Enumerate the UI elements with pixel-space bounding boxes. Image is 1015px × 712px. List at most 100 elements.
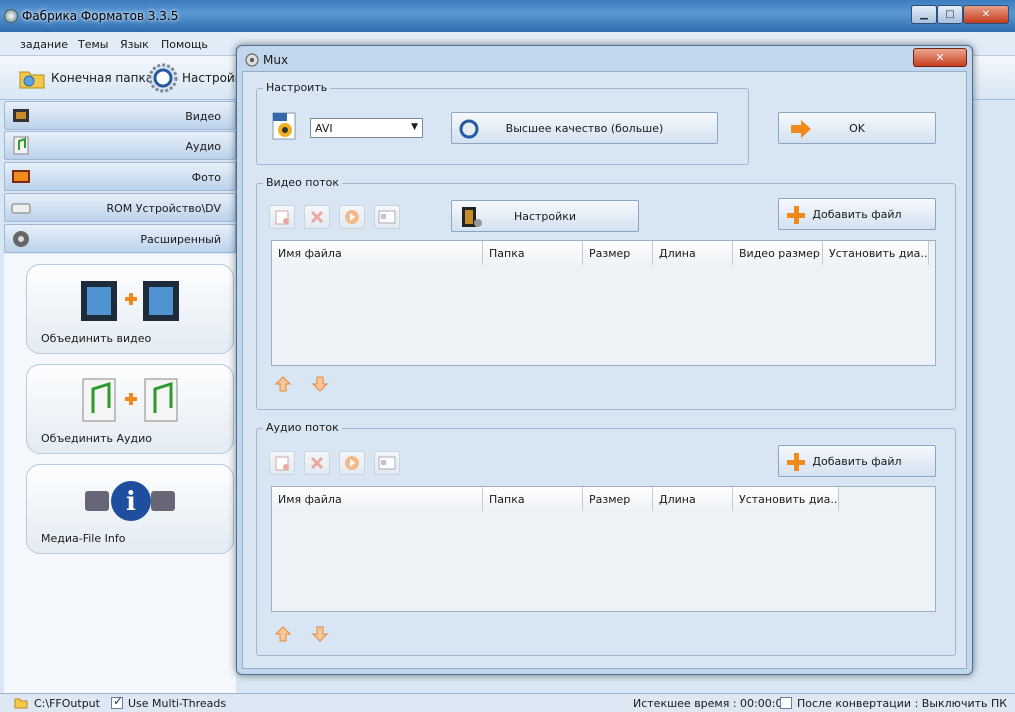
audio-file-list[interactable]: Имя файла Папка Размер Длина Установить … [271,486,936,612]
video-col-video-size[interactable]: Видео размер [733,241,823,265]
output-folder-button[interactable]: Конечная папка [51,71,153,85]
add-item-icon [275,210,289,225]
video-remove-button[interactable] [304,205,330,229]
photo-icon [12,170,30,183]
audio-col-length[interactable]: Длина [653,487,733,511]
video-add-file-label: Добавить файл [812,208,902,221]
format-select-value: AVI [315,122,333,135]
folder-icon [14,698,28,709]
video-file-list[interactable]: Имя файла Папка Размер Длина Видео разме… [271,240,936,366]
remove-icon [310,210,324,224]
audio-move-up-icon[interactable] [275,626,291,642]
settings-button[interactable]: Настройк [182,71,242,85]
join-video-button[interactable]: Объединить видео [26,264,234,354]
multithreads-label: Use Multi-Threads [128,697,227,710]
join-audio-label: Объединить Аудио [41,432,152,445]
quality-button-label: Высшее качество (больше) [505,122,664,135]
advanced-icon [13,231,29,247]
join-video-label: Объединить видео [41,332,152,345]
category-video[interactable]: Видео [4,101,236,130]
audio-add-file-label: Добавить файл [812,455,902,468]
video-play-button[interactable] [339,205,365,229]
video-col-set-range[interactable]: Установить диа... [823,241,929,265]
category-audio[interactable]: Аудио [4,131,236,160]
join-video-icon [81,281,179,321]
category-audio-label: Аудио [185,140,221,153]
audio-play-button[interactable] [339,451,365,475]
audio-col-folder[interactable]: Папка [483,487,583,511]
audio-move-down-icon[interactable] [312,626,328,642]
status-bar: C:\FFOutput ✓ Use Multi-Threads Истекшее… [0,693,1015,712]
mux-dialog: Mux ✕ Настроить AVI ▼ Высшее качество (б… [236,45,973,675]
app-title: Фабрика Форматов 3.3.5 [22,9,179,23]
video-col-size[interactable]: Размер [583,241,653,265]
app-icon [4,9,18,23]
after-conversion-label: После конвертации : Выключить ПК [797,697,1008,710]
menu-help[interactable]: Помощь [161,38,208,51]
chevron-down-icon: ▼ [411,122,418,132]
settings-group-title: Настроить [263,81,331,94]
quality-button[interactable]: Высшее качество (больше) [451,112,718,144]
video-stream-title: Видео поток [263,176,342,189]
video-move-up-icon[interactable] [275,376,291,392]
output-path: C:\FFOutput [34,697,100,710]
menu-task[interactable]: задание [20,38,68,51]
after-conversion-checkbox[interactable] [780,697,792,709]
play-icon [345,456,359,470]
media-info-button[interactable]: i Медиа-File Info [26,464,234,554]
media-info-label: Медиа-File Info [41,532,126,545]
minimize-button[interactable]: ▁ [911,5,937,24]
audio-icon [13,136,29,155]
dialog-client: Настроить AVI ▼ Высшее качество (больше)… [242,71,967,669]
audio-add-file-button[interactable]: Добавить файл [778,445,936,477]
join-audio-icon [82,378,178,422]
category-video-label: Видео [185,110,221,123]
svg-text:i: i [126,487,136,517]
output-folder-icon[interactable] [18,66,46,90]
check-mark-icon: ✓ [113,694,124,708]
menu-themes[interactable]: Темы [78,38,108,51]
category-advanced[interactable]: Расширенный [4,224,236,253]
mux-icon [245,53,259,67]
rom-icon [11,203,31,214]
audio-col-filename[interactable]: Имя файла [272,487,483,511]
video-settings-label: Настройки [513,210,577,223]
info-card-icon [378,210,396,224]
audio-info-button[interactable] [374,451,400,475]
video-col-length[interactable]: Длина [653,241,733,265]
audio-col-set-range[interactable]: Установить диа... [733,487,839,511]
avi-format-icon [272,112,296,140]
audio-add-icon-button[interactable] [269,451,295,475]
video-col-folder[interactable]: Папка [483,241,583,265]
play-icon [345,210,359,224]
ok-button-label: OK [849,122,865,135]
category-rom[interactable]: ROM Устройство\DV [4,193,236,222]
settings-gear-icon[interactable] [148,63,178,93]
remove-icon [310,456,324,470]
video-icon [13,109,29,122]
add-item-icon [275,456,289,471]
category-advanced-label: Расширенный [140,233,221,246]
video-settings-button[interactable]: Настройки [451,200,639,232]
video-info-button[interactable] [374,205,400,229]
media-info-icon: i [85,481,175,521]
format-select[interactable]: AVI ▼ [310,118,423,138]
main-title-bar[interactable]: Фабрика Форматов 3.3.5 ▁ □ ✕ [0,0,1015,32]
close-button[interactable]: ✕ [963,5,1009,24]
video-add-icon-button[interactable] [269,205,295,229]
dialog-title: Mux [263,53,289,67]
video-col-filename[interactable]: Имя файла [272,241,483,265]
menu-language[interactable]: Язык [120,38,149,51]
dialog-close-button[interactable]: ✕ [913,48,967,67]
info-card-icon [378,456,396,470]
category-photo[interactable]: Фото [4,162,236,191]
audio-stream-title: Аудио поток [263,421,342,434]
category-rom-label: ROM Устройство\DV [106,202,222,215]
audio-col-size[interactable]: Размер [583,487,653,511]
video-move-down-icon[interactable] [312,376,328,392]
maximize-button[interactable]: □ [937,5,963,24]
audio-remove-button[interactable] [304,451,330,475]
join-audio-button[interactable]: Объединить Аудио [26,364,234,454]
video-add-file-button[interactable]: Добавить файл [778,198,936,230]
ok-button[interactable]: OK [778,112,936,144]
